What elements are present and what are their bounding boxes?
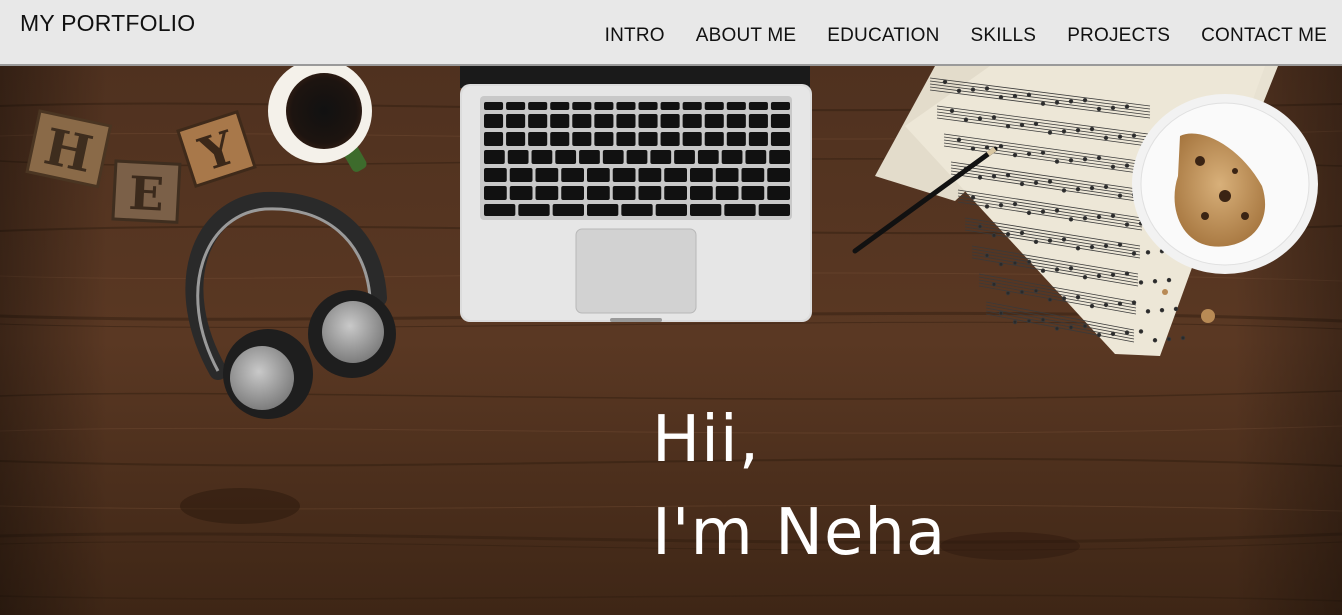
nav-link-skills[interactable]: SKILLS — [971, 25, 1037, 47]
name-line: I'm Neha — [652, 495, 947, 570]
nav-link-education[interactable]: EDUCATION — [827, 25, 939, 47]
hero-section: H E Y Hii, I'm Neha — [0, 66, 1342, 615]
svg-text:E: E — [127, 166, 165, 222]
top-navbar: MY PORTFOLIO INTRO ABOUT ME EDUCATION SK… — [0, 0, 1342, 66]
nav-link-intro[interactable]: INTRO — [605, 25, 665, 47]
nav-link-contact-me[interactable]: CONTACT ME — [1201, 25, 1327, 47]
greeting-line: Hii, — [652, 403, 761, 477]
nav-link-about-me[interactable]: ABOUT ME — [696, 25, 797, 47]
laptop — [460, 66, 812, 322]
hero-greeting: Hii, I'm Neha — [652, 394, 946, 580]
nav-link-projects[interactable]: PROJECTS — [1067, 25, 1170, 47]
nav-menu: INTRO ABOUT ME EDUCATION SKILLS PROJECTS… — [605, 25, 1327, 47]
site-brand[interactable]: MY PORTFOLIO — [20, 10, 195, 37]
